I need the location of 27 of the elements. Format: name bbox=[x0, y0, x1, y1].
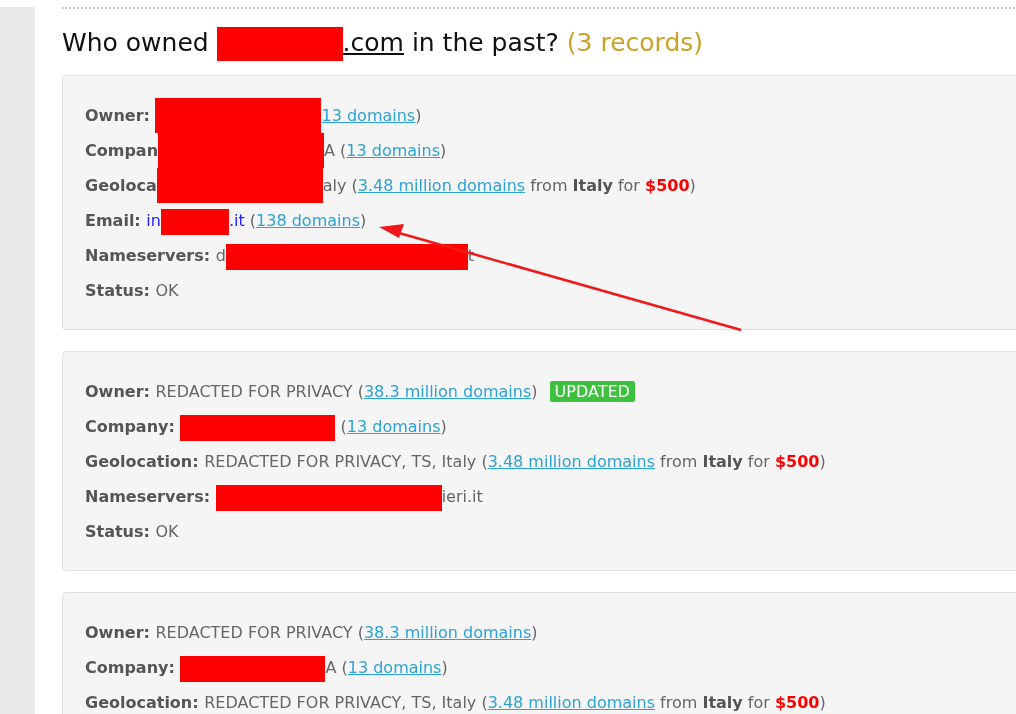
link[interactable]: 13 domains bbox=[346, 141, 441, 160]
link[interactable]: .com bbox=[342, 28, 404, 57]
record-field: Geolocation: REDACTED FOR PRIVACY, TS, Italy (3.48 million domains from Italy for $500) bbox=[85, 444, 826, 479]
redaction-bar bbox=[160, 208, 229, 235]
record-field: Nameservers: ieri.it bbox=[85, 479, 483, 514]
record-field: Company: A (13 domains) bbox=[85, 650, 448, 685]
record-field: Compan A (13 domains) bbox=[85, 133, 447, 168]
record-field: Geolocation: REDACTED FOR PRIVACY, TS, Italy (3.48 million domains from Italy for $500) bbox=[85, 685, 826, 714]
page-heading: Who owned .com in the past? (3 records) bbox=[62, 25, 704, 61]
record-field: Owner: REDACTED FOR PRIVACY (38.3 million domains) UPDATED bbox=[85, 374, 635, 409]
link[interactable]: 38.3 million domains bbox=[363, 382, 532, 401]
link[interactable]: 13 domains bbox=[321, 106, 416, 125]
link[interactable]: 138 domains bbox=[256, 211, 360, 230]
updated-badge: UPDATED bbox=[549, 381, 635, 402]
link[interactable]: 13 domains bbox=[347, 658, 442, 677]
record-field: Owner: REDACTED FOR PRIVACY (38.3 million domains) bbox=[85, 615, 538, 650]
link[interactable]: 3.48 million domains bbox=[487, 693, 655, 712]
record-field: Company: (13 domains) bbox=[85, 409, 447, 444]
record-field: Status: OK bbox=[85, 273, 179, 308]
record-field: Status: OK bbox=[85, 514, 179, 549]
record-field: Owner: 13 domains) bbox=[85, 98, 422, 133]
record-field: Geoloca aly (3.48 million domains from Italy for $500) bbox=[85, 168, 696, 203]
link[interactable]: 38.3 million domains bbox=[363, 623, 532, 642]
link[interactable]: 13 domains bbox=[346, 417, 441, 436]
link[interactable]: 3.48 million domains bbox=[487, 452, 655, 471]
record-field: Email: in .it (138 domains) bbox=[85, 203, 367, 238]
link[interactable]: 3.48 million domains bbox=[357, 176, 526, 195]
